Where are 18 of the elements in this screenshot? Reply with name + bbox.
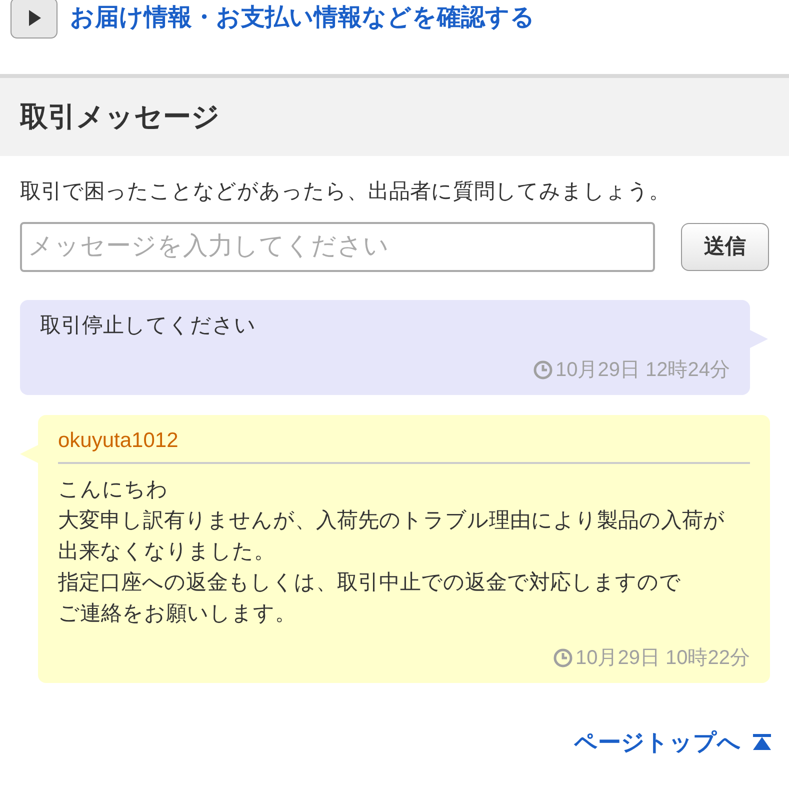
message-time: 10月29日 12時24分 <box>555 358 730 382</box>
message-text: こんにちわ <box>58 477 169 503</box>
description-text: 取引で困ったことなどがあったら、出品者に質問してみましょう。 <box>19 179 671 205</box>
message-input[interactable]: メッセージを入力してください <box>20 222 656 272</box>
send-button[interactable]: 送信 <box>681 222 769 270</box>
clock-icon <box>553 648 574 668</box>
section-title: 取引メッセージ <box>20 100 220 134</box>
info-link[interactable]: お届け情報・お支払い情報などを確認する <box>70 0 535 36</box>
arrow-up-icon[interactable] <box>753 734 771 750</box>
page-top-link[interactable]: ページトップへ <box>574 725 741 760</box>
sender-name: okuyuta1012 <box>58 424 750 464</box>
message-text: 大変申し訳有りませんが、入荷先のトラブル理由により製品の入荷が出来なくなりました。 <box>58 508 726 565</box>
clock-icon <box>533 360 554 380</box>
message-text: 指定口座への返金もしくは、取引中止での返金で対応しますので <box>58 570 682 596</box>
message-text: ご連絡をお願いします。 <box>58 601 297 627</box>
message-time: 10月29日 10時22分 <box>575 646 750 671</box>
message-text: 取引停止してください <box>40 312 257 338</box>
play-icon[interactable] <box>10 0 58 39</box>
